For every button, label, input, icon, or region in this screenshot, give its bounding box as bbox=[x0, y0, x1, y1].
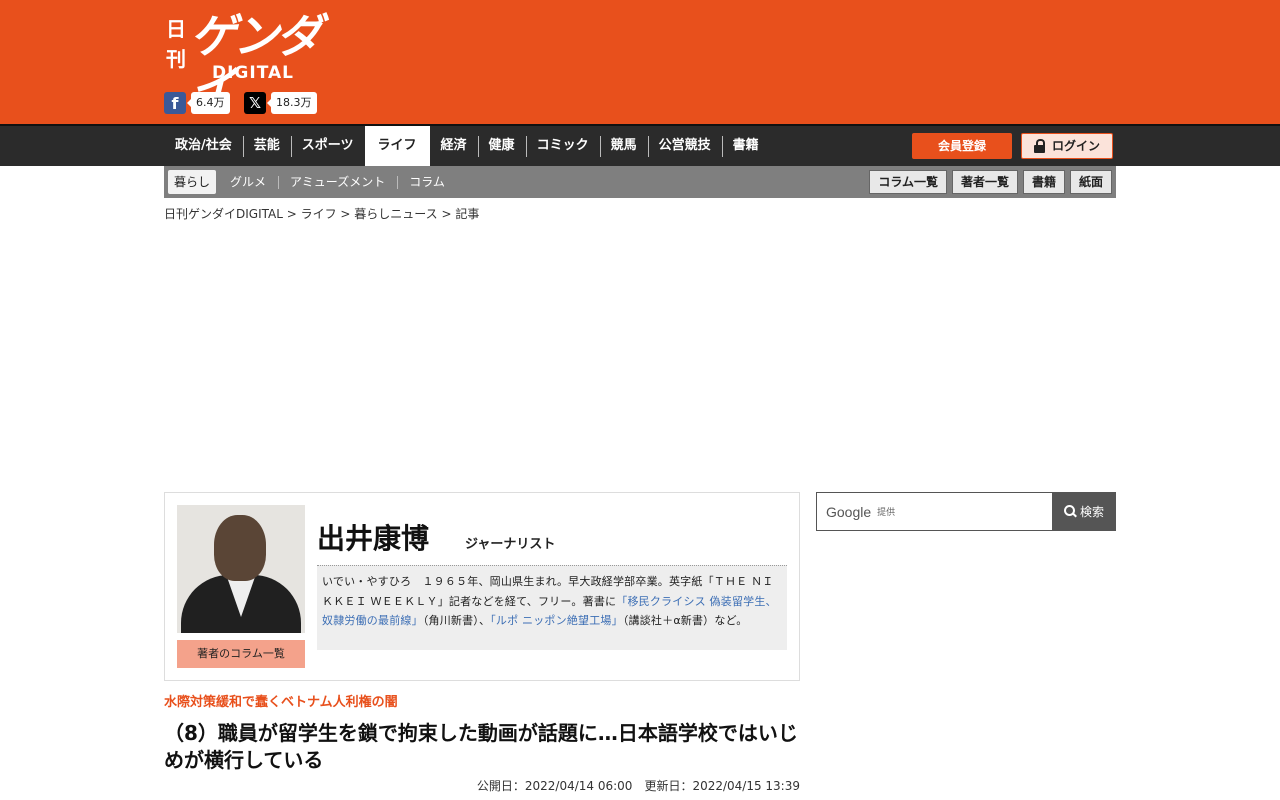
subnav-item-living[interactable]: 暮らし bbox=[168, 170, 217, 194]
nav-item-sports[interactable]: スポーツ bbox=[290, 126, 365, 166]
nav-item-horse-racing[interactable]: 競馬 bbox=[599, 126, 648, 166]
search-button-label: 検索 bbox=[1079, 505, 1104, 519]
author-book-link-2[interactable]: 「ルポ ニッポン絶望工場」 bbox=[490, 614, 623, 627]
search-icon bbox=[1063, 505, 1077, 518]
nav-item-economy[interactable]: 経済 bbox=[430, 126, 478, 166]
breadcrumb[interactable]: 日刊ゲンダイDIGITAL > ライフ > 暮らしニュース > 記事 bbox=[164, 206, 479, 222]
main-nav: 政治/社会 芸能 スポーツ ライフ 経済 健康 コミック 競馬 公営競技 書籍 … bbox=[0, 124, 1280, 166]
nav-item-comic[interactable]: コミック bbox=[525, 126, 600, 166]
series-title[interactable]: 水際対策緩和で蠢くベトナム人利権の闇 bbox=[164, 694, 398, 712]
google-provided-label: 提供 bbox=[877, 508, 896, 518]
subnav-item-column[interactable]: コラム bbox=[397, 170, 457, 194]
author-bio-text-2: （角川新書）、 bbox=[422, 614, 491, 627]
site-search: Google 提供 検索 bbox=[816, 492, 1116, 531]
author-columns-button[interactable]: 著者のコラム一覧 bbox=[177, 640, 305, 668]
site-logo[interactable]: 日刊 ゲンダイ DIGITAL bbox=[166, 10, 344, 114]
login-button[interactable]: ログイン bbox=[1021, 133, 1113, 159]
nav-item-politics[interactable]: 政治/社会 bbox=[164, 126, 243, 166]
nav-item-books[interactable]: 書籍 bbox=[721, 126, 770, 166]
site-header: 日刊 ゲンダイ DIGITAL f 6.4万 𝕏 18.3万 bbox=[0, 0, 1280, 124]
facebook-icon: f bbox=[164, 92, 186, 114]
lock-icon bbox=[1033, 139, 1045, 153]
updated-date: 更新日：2022/04/15 13:39 bbox=[644, 779, 800, 793]
author-photo-head bbox=[214, 515, 266, 581]
print-edition-button[interactable]: 紙面 bbox=[1069, 170, 1112, 194]
nav-item-health[interactable]: 健康 bbox=[477, 126, 526, 166]
nav-item-entertainment[interactable]: 芸能 bbox=[242, 126, 291, 166]
login-label: ログイン bbox=[1051, 139, 1100, 153]
books-button[interactable]: 書籍 bbox=[1022, 170, 1065, 194]
column-list-button[interactable]: コラム一覧 bbox=[869, 170, 947, 194]
search-input[interactable]: Google 提供 bbox=[816, 492, 1053, 531]
author-photo[interactable] bbox=[177, 505, 305, 633]
x-icon: 𝕏 bbox=[244, 92, 266, 114]
subnav-item-gourmet[interactable]: グルメ bbox=[218, 170, 278, 194]
published-date: 公開日：2022/04/14 06:00 bbox=[476, 779, 633, 793]
sub-nav-buttons: コラム一覧 著者一覧 書籍 紙面 bbox=[869, 170, 1112, 194]
nav-item-public-racing[interactable]: 公営競技 bbox=[647, 126, 722, 166]
author-profile: 著者のコラム一覧 出井康博 ジャーナリスト いでい・やすひろ １９６５年、岡山県… bbox=[164, 492, 800, 681]
search-button[interactable]: 検索 bbox=[1052, 492, 1116, 531]
article-title: （8）職員が留学生を鎖で拘束した動画が話題に…日本語学校ではいじめが横行している bbox=[164, 721, 798, 772]
facebook-share[interactable]: f 6.4万 bbox=[164, 92, 230, 114]
nav-item-life[interactable]: ライフ bbox=[364, 126, 430, 166]
sub-nav: 暮らし グルメ アミューズメント コラム コラム一覧 著者一覧 書籍 紙面 bbox=[164, 166, 1116, 198]
facebook-count: 6.4万 bbox=[187, 92, 230, 114]
main-nav-items: 政治/社会 芸能 スポーツ ライフ 経済 健康 コミック 競馬 公営競技 書籍 bbox=[164, 126, 770, 166]
logo-nikkan-text: 日刊 bbox=[166, 17, 186, 71]
article-dates: 公開日：2022/04/14 06:00 更新日：2022/04/15 13:39 bbox=[477, 778, 800, 794]
sub-nav-items: 暮らし グルメ アミューズメント コラム bbox=[168, 170, 457, 194]
google-logo: Google bbox=[826, 503, 872, 520]
author-list-button[interactable]: 著者一覧 bbox=[951, 170, 1018, 194]
author-bio-text-3: （講談社＋α新書）など。 bbox=[622, 614, 748, 627]
register-button[interactable]: 会員登録 bbox=[912, 133, 1012, 159]
author-title: ジャーナリスト bbox=[465, 537, 556, 552]
logo-digital-text: DIGITAL bbox=[212, 63, 294, 83]
x-share[interactable]: 𝕏 18.3万 bbox=[244, 92, 317, 114]
x-count: 18.3万 bbox=[267, 92, 317, 114]
author-name: 出井康博 bbox=[317, 522, 430, 555]
author-bio: いでい・やすひろ １９６５年、岡山県生まれ。早大政経学部卒業。英字紙「ＴＨＥ Ｎ… bbox=[317, 565, 787, 650]
subnav-item-amusement[interactable]: アミューズメント bbox=[278, 170, 397, 194]
